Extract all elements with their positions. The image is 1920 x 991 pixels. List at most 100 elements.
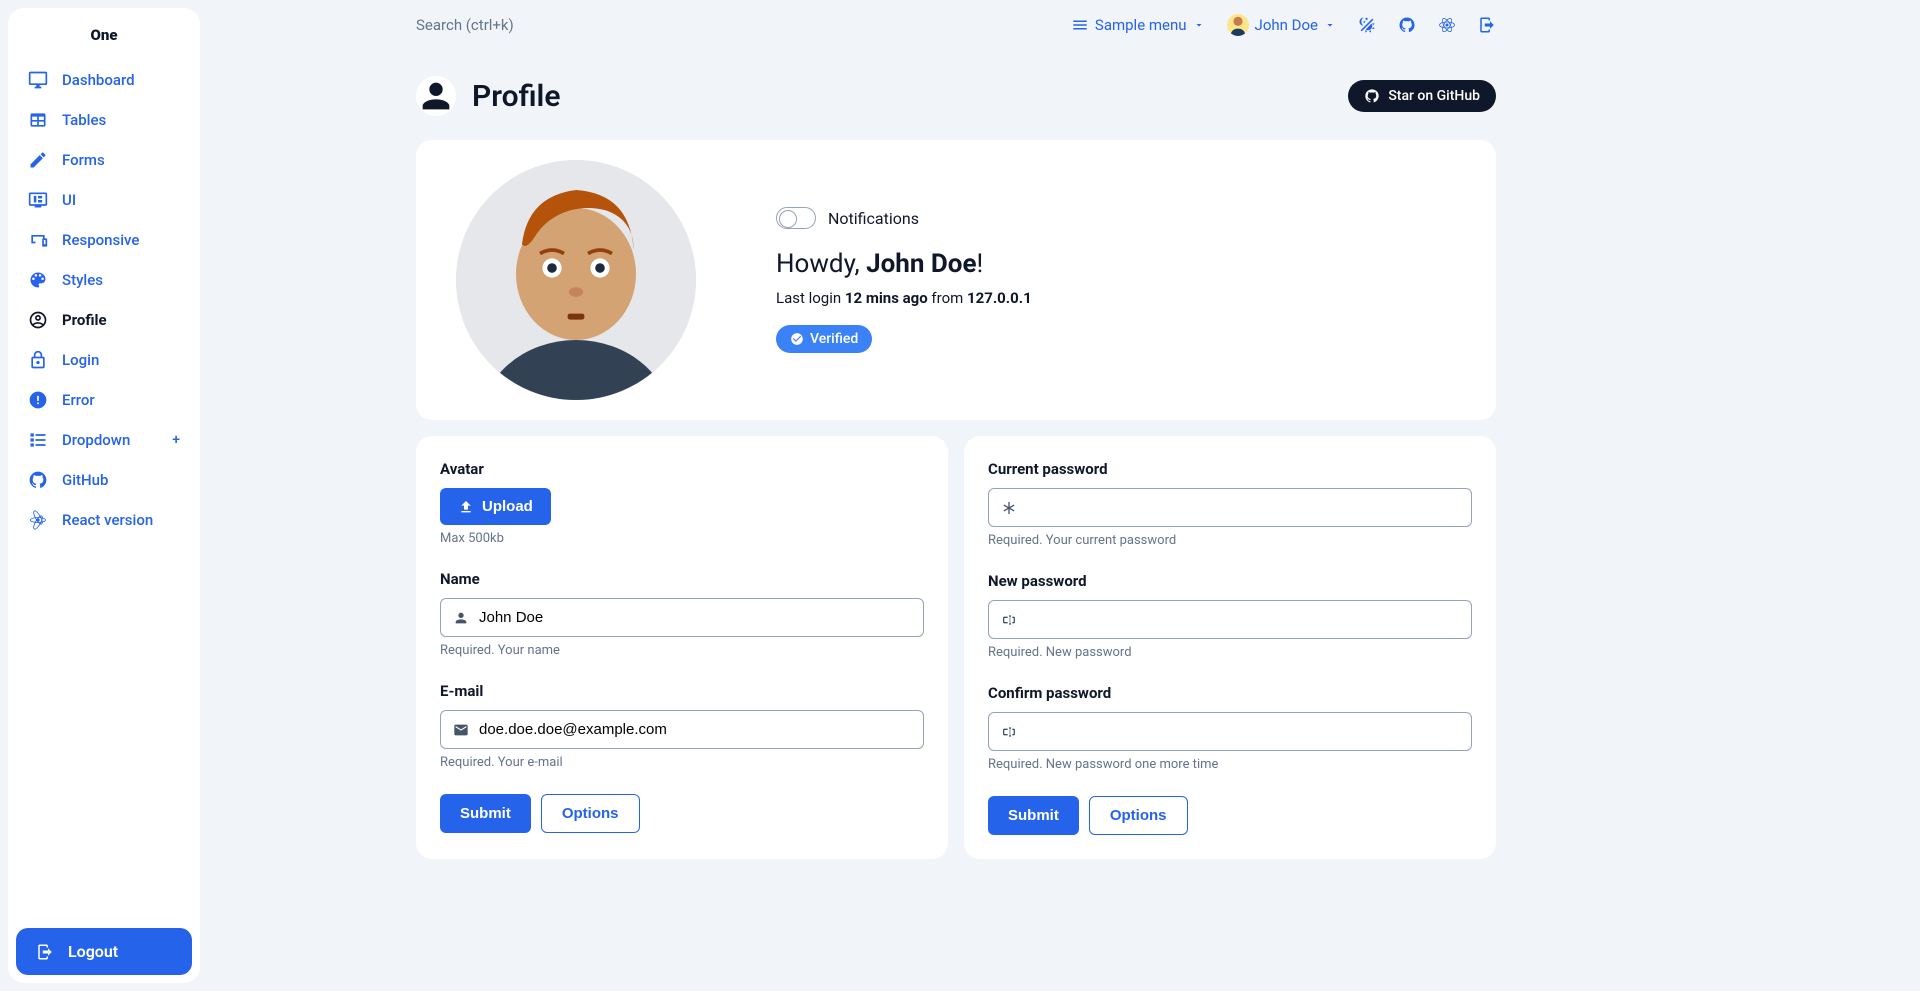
react-icon bbox=[28, 510, 48, 530]
topbar: Search (ctrl+k) Sample menu John Doe bbox=[416, 0, 1496, 50]
sidebar-item-label: Dashboard bbox=[62, 71, 135, 89]
logout-label: Logout bbox=[68, 942, 118, 961]
sidebar-item-dashboard[interactable]: Dashboard bbox=[8, 60, 200, 100]
confirm-password-label: Confirm password bbox=[988, 684, 1472, 702]
new-password-input[interactable] bbox=[1027, 611, 1459, 628]
app-title: One bbox=[8, 8, 200, 54]
user-name-label: John Doe bbox=[1255, 16, 1318, 34]
sample-menu-dropdown[interactable]: Sample menu bbox=[1071, 16, 1205, 34]
user-menu-dropdown[interactable]: John Doe bbox=[1227, 14, 1336, 36]
notifications-toggle[interactable] bbox=[776, 207, 816, 229]
account-icon bbox=[28, 310, 48, 330]
sidebar-item-label: Dropdown bbox=[62, 431, 130, 449]
avatar-small bbox=[1227, 14, 1249, 36]
page-title: Profile bbox=[472, 79, 560, 114]
upload-icon bbox=[458, 499, 474, 515]
table-icon bbox=[28, 110, 48, 130]
sidebar-item-ui[interactable]: UI bbox=[8, 180, 200, 220]
sidebar-item-error[interactable]: Error bbox=[8, 380, 200, 420]
palette-icon bbox=[28, 270, 48, 290]
sidebar-item-dropdown[interactable]: Dropdown + bbox=[8, 420, 200, 460]
sidebar-item-label: Login bbox=[62, 351, 99, 369]
sidebar-item-label: UI bbox=[62, 191, 76, 209]
sample-menu-label: Sample menu bbox=[1095, 16, 1187, 34]
sidebar-item-login[interactable]: Login bbox=[8, 340, 200, 380]
upload-label: Upload bbox=[482, 498, 533, 515]
sidebar-item-styles[interactable]: Styles bbox=[8, 260, 200, 300]
sidebar-item-github[interactable]: GitHub bbox=[8, 460, 200, 500]
options-button[interactable]: Options bbox=[1089, 796, 1188, 835]
sidebar-item-label: Forms bbox=[62, 151, 105, 169]
profile-form-card: Avatar Upload Max 500kb Name Required. Y… bbox=[416, 436, 948, 859]
lock-icon bbox=[28, 350, 48, 370]
sidebar-item-label: Styles bbox=[62, 271, 103, 289]
main-content: Search (ctrl+k) Sample menu John Doe bbox=[208, 0, 1920, 991]
tv-icon bbox=[28, 190, 48, 210]
sidebar-item-label: React version bbox=[62, 511, 153, 529]
responsive-icon bbox=[28, 230, 48, 250]
submit-button[interactable]: Submit bbox=[440, 794, 531, 833]
password-form-card: Current password Required. Your current … bbox=[964, 436, 1496, 859]
confirm-password-input[interactable] bbox=[1027, 723, 1459, 740]
sidebar-item-tables[interactable]: Tables bbox=[8, 100, 200, 140]
textbox-icon bbox=[1001, 612, 1017, 628]
react-icon[interactable] bbox=[1438, 16, 1456, 34]
verified-badge: Verified bbox=[776, 325, 872, 353]
mail-icon bbox=[453, 722, 469, 738]
email-help: Required. Your e-mail bbox=[440, 755, 924, 770]
sidebar-item-responsive[interactable]: Responsive bbox=[8, 220, 200, 260]
email-label: E-mail bbox=[440, 682, 924, 700]
sidebar-item-profile[interactable]: Profile bbox=[8, 300, 200, 340]
upload-button[interactable]: Upload bbox=[440, 488, 551, 525]
new-password-label: New password bbox=[988, 572, 1472, 590]
email-input[interactable] bbox=[479, 721, 911, 738]
current-password-label: Current password bbox=[988, 460, 1472, 478]
name-label: Name bbox=[440, 570, 924, 588]
asterisk-icon bbox=[1001, 500, 1017, 516]
github-icon bbox=[28, 470, 48, 490]
sidebar: One Dashboard Tables Forms UI Responsive bbox=[8, 8, 200, 983]
theme-icon[interactable] bbox=[1358, 16, 1376, 34]
profile-page-icon bbox=[416, 76, 456, 116]
account-icon bbox=[453, 610, 469, 626]
list-icon bbox=[28, 430, 48, 450]
monitor-icon bbox=[28, 70, 48, 90]
sidebar-item-label: Tables bbox=[62, 111, 106, 129]
name-help: Required. Your name bbox=[440, 643, 924, 658]
current-password-help: Required. Your current password bbox=[988, 533, 1472, 548]
page-header: Profile Star on GitHub bbox=[416, 76, 1496, 116]
submit-button[interactable]: Submit bbox=[988, 796, 1079, 835]
sidebar-nav: Dashboard Tables Forms UI Responsive Sty… bbox=[8, 54, 200, 920]
current-password-input[interactable] bbox=[1027, 499, 1459, 516]
search-input[interactable]: Search (ctrl+k) bbox=[416, 16, 1051, 34]
last-login-text: Last login 12 mins ago from 127.0.0.1 bbox=[776, 289, 1456, 307]
avatar-help: Max 500kb bbox=[440, 531, 924, 546]
notifications-label: Notifications bbox=[828, 209, 919, 228]
sidebar-item-label: Responsive bbox=[62, 231, 139, 249]
star-github-label: Star on GitHub bbox=[1388, 88, 1480, 104]
new-password-help: Required. New password bbox=[988, 645, 1472, 660]
sidebar-item-label: Profile bbox=[62, 311, 107, 329]
sidebar-item-forms[interactable]: Forms bbox=[8, 140, 200, 180]
sidebar-item-label: GitHub bbox=[62, 471, 108, 489]
confirm-password-help: Required. New password one more time bbox=[988, 757, 1472, 772]
name-input[interactable] bbox=[479, 609, 911, 626]
star-github-button[interactable]: Star on GitHub bbox=[1348, 80, 1496, 112]
options-button[interactable]: Options bbox=[541, 794, 640, 833]
avatar-label: Avatar bbox=[440, 460, 924, 478]
chevron-down-icon bbox=[1324, 16, 1336, 34]
edit-icon bbox=[28, 150, 48, 170]
sidebar-item-react[interactable]: React version bbox=[8, 500, 200, 540]
github-icon bbox=[1364, 88, 1380, 104]
badge-label: Verified bbox=[810, 331, 858, 347]
alert-icon bbox=[28, 390, 48, 410]
exit-icon[interactable] bbox=[1478, 16, 1496, 34]
plus-icon: + bbox=[172, 432, 180, 448]
logout-button[interactable]: Logout bbox=[16, 928, 192, 975]
avatar-large bbox=[456, 160, 696, 400]
profile-summary-card: Notifications Howdy, John Doe! Last logi… bbox=[416, 140, 1496, 420]
github-icon[interactable] bbox=[1398, 16, 1416, 34]
menu-icon bbox=[1071, 16, 1089, 34]
logout-icon bbox=[36, 943, 54, 961]
textbox-icon bbox=[1001, 724, 1017, 740]
